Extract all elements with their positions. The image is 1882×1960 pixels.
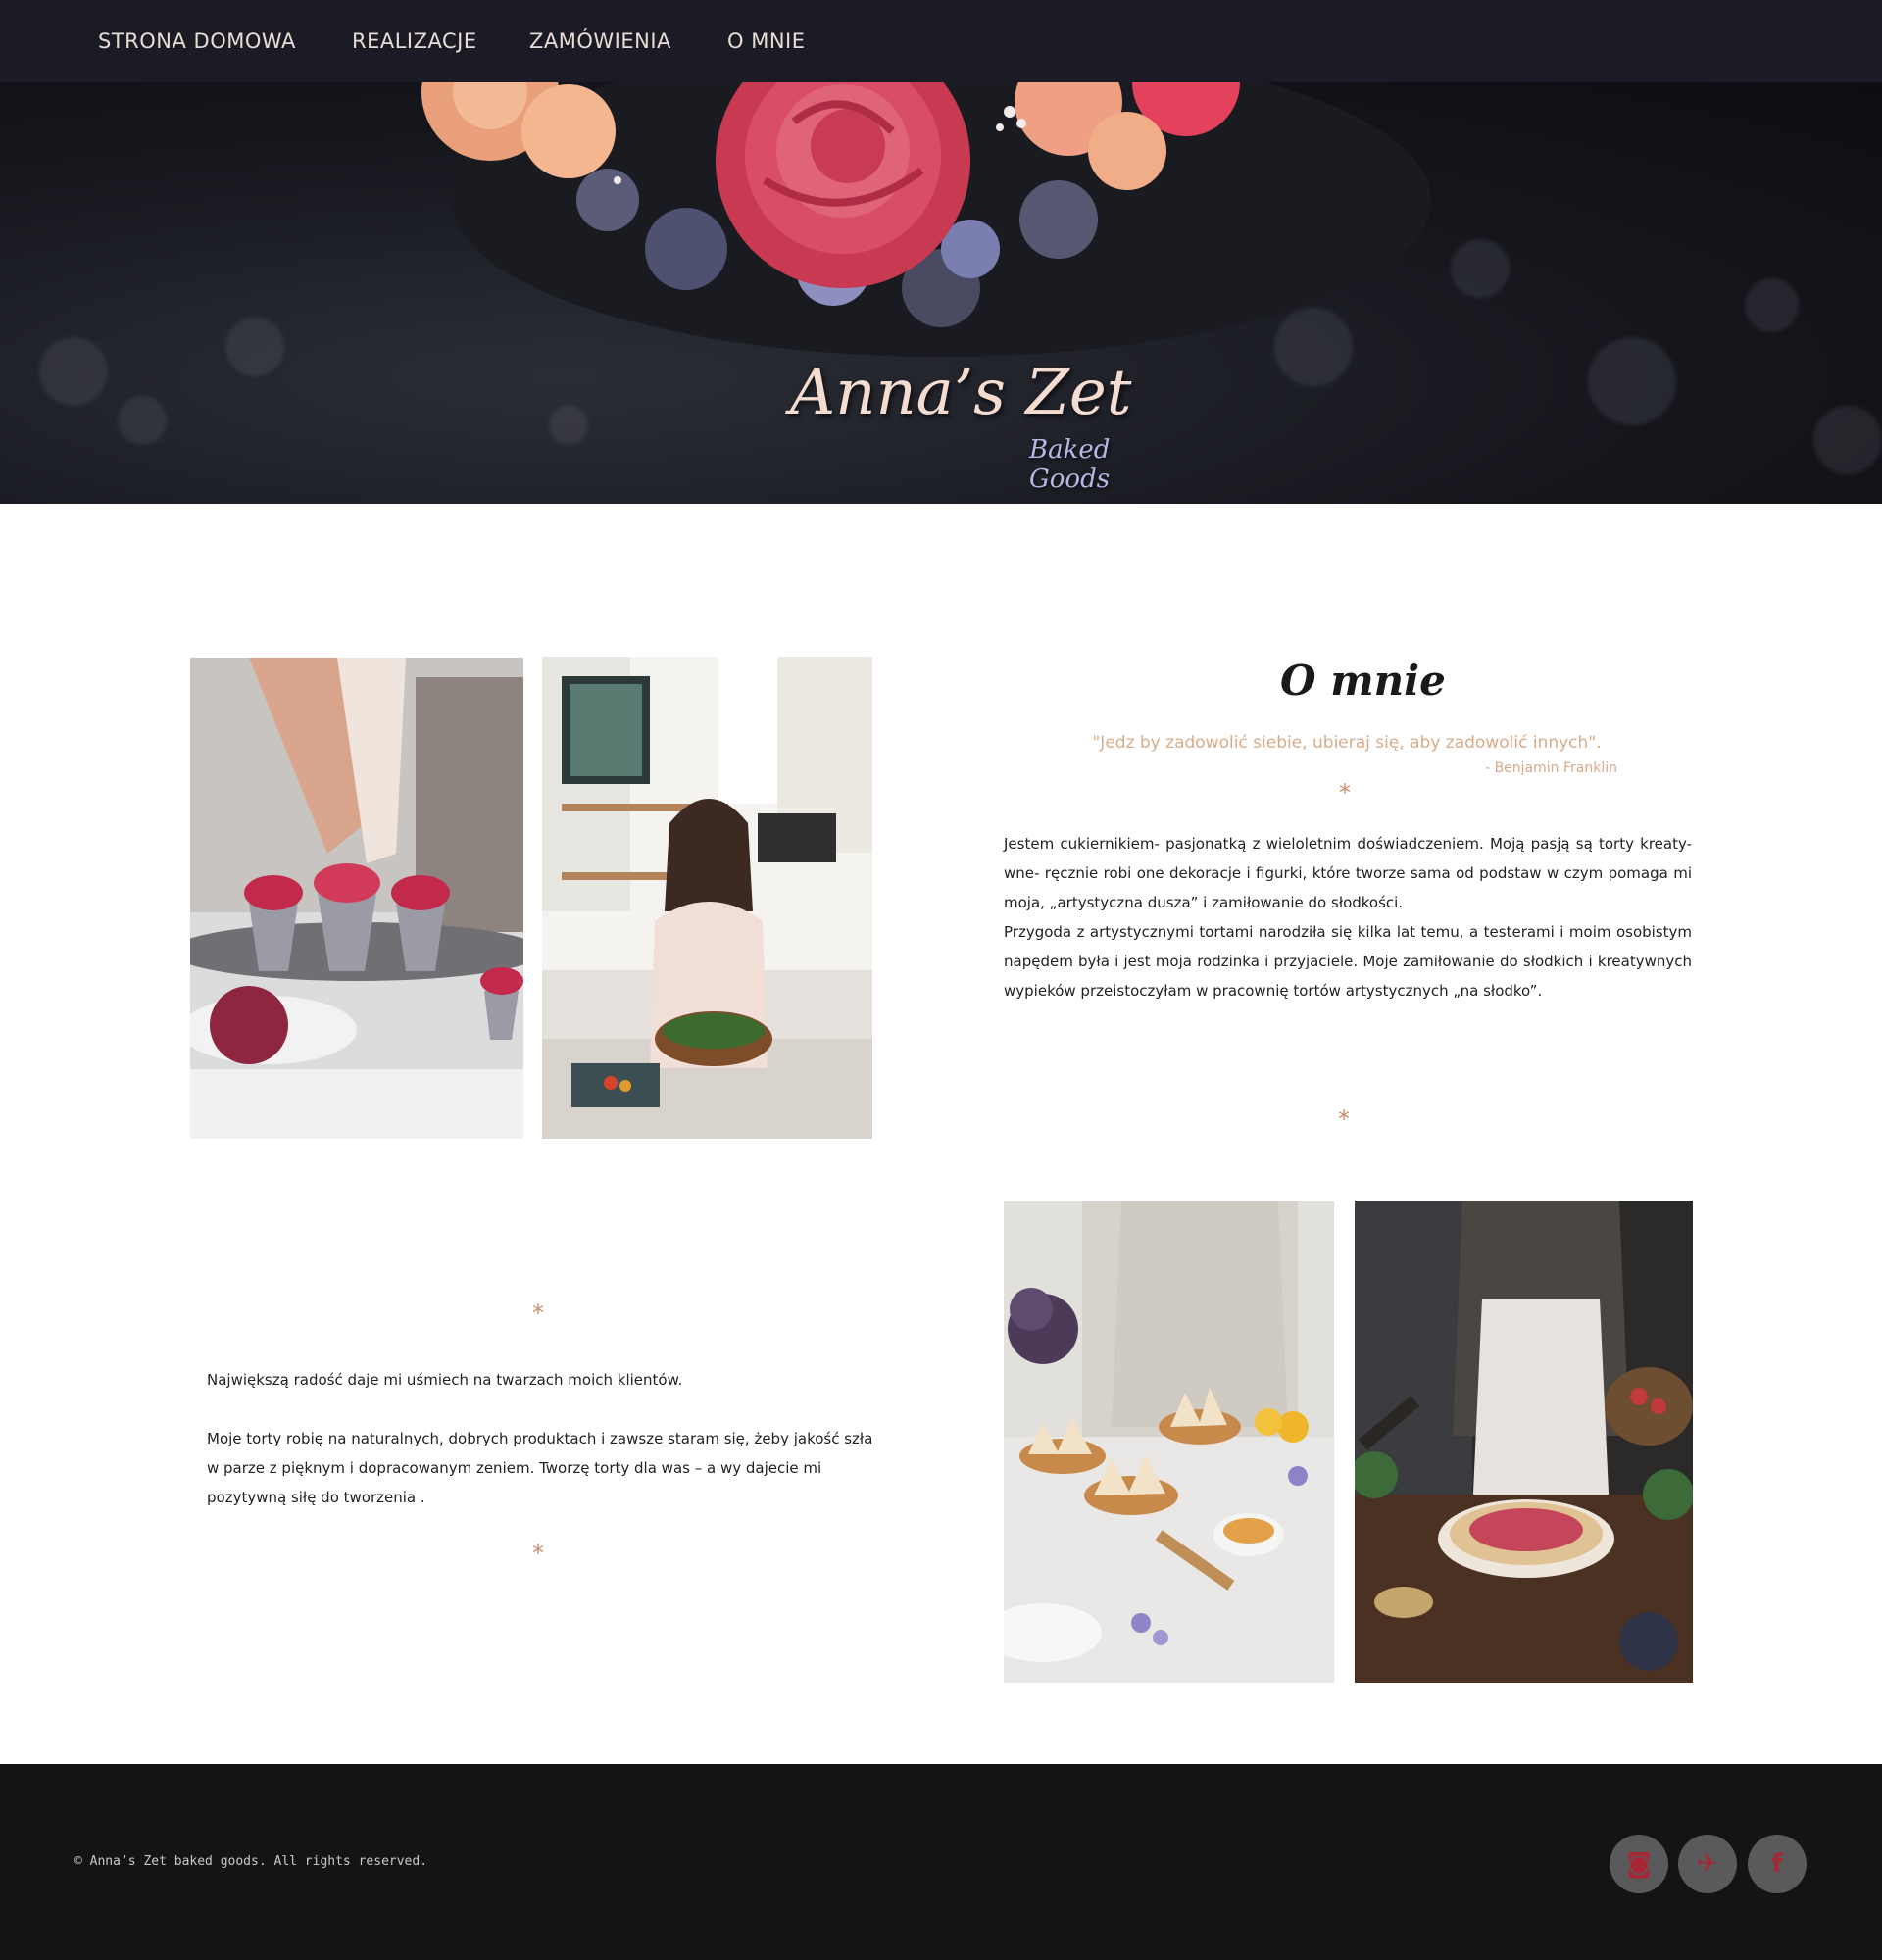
about-paragraph: Przygoda z artystycznymi tortami narodzi… <box>1004 923 1692 1000</box>
hero-banner: Anna’s Zet Baked Goods <box>0 82 1882 504</box>
photo-galette-tart <box>1355 1200 1693 1683</box>
logo-title: Anna’s Zet <box>790 357 1132 429</box>
copyright-text: © Anna’s Zet baked goods. All rights res… <box>74 1854 428 1869</box>
top-navigation: STRONA DOMOWA REALIZACJE ZAMÓWIENIA O MN… <box>0 0 1882 82</box>
brand-logo[interactable]: Anna’s Zet Baked Goods <box>784 357 1196 494</box>
twitter-icon: ✈ <box>1697 1849 1718 1879</box>
separator-asterisk: * <box>532 1299 544 1327</box>
nav-item-orders[interactable]: ZAMÓWIENIA <box>529 29 671 53</box>
quote-text: "Jedz by zadowolić siebie, ubieraj się, … <box>1092 733 1602 753</box>
photo-meringue-tarts <box>1004 1201 1334 1683</box>
about-paragraph: Jestem cukiernikiem- pasjonatką z wielol… <box>1004 835 1692 911</box>
instagram-link[interactable]: ◙ <box>1610 1835 1668 1893</box>
nav-item-about[interactable]: O MNIE <box>727 29 806 53</box>
cake-flowers-image <box>421 82 1431 357</box>
about-description: Jestem cukiernikiem- pasjonatką z wielol… <box>1004 829 1692 1005</box>
photo-baker-kitchen <box>542 657 872 1139</box>
facebook-icon: f <box>1771 1849 1783 1879</box>
separator-asterisk: * <box>1339 779 1351 807</box>
separator-asterisk: * <box>532 1540 544 1567</box>
twitter-link[interactable]: ✈ <box>1678 1835 1737 1893</box>
instagram-icon: ◙ <box>1626 1849 1652 1879</box>
about-heading: O mnie <box>1280 657 1446 705</box>
logo-subtitle: Baked Goods <box>1029 435 1111 494</box>
photo-cupcakes-piping <box>190 658 523 1139</box>
facebook-link[interactable]: f <box>1748 1835 1807 1893</box>
nav-item-realizations[interactable]: REALIZACJE <box>352 29 477 53</box>
left-description: Największą radość daje mi uśmiech na twa… <box>207 1365 873 1542</box>
quote-author: - Benjamin Franklin <box>1485 760 1617 776</box>
separator-asterisk: * <box>1338 1105 1350 1133</box>
left-paragraph: Największą radość daje mi uśmiech na twa… <box>207 1371 683 1389</box>
left-paragraph: Moje torty robię na naturalnych, dobrych… <box>207 1430 873 1506</box>
nav-item-home[interactable]: STRONA DOMOWA <box>98 29 296 53</box>
